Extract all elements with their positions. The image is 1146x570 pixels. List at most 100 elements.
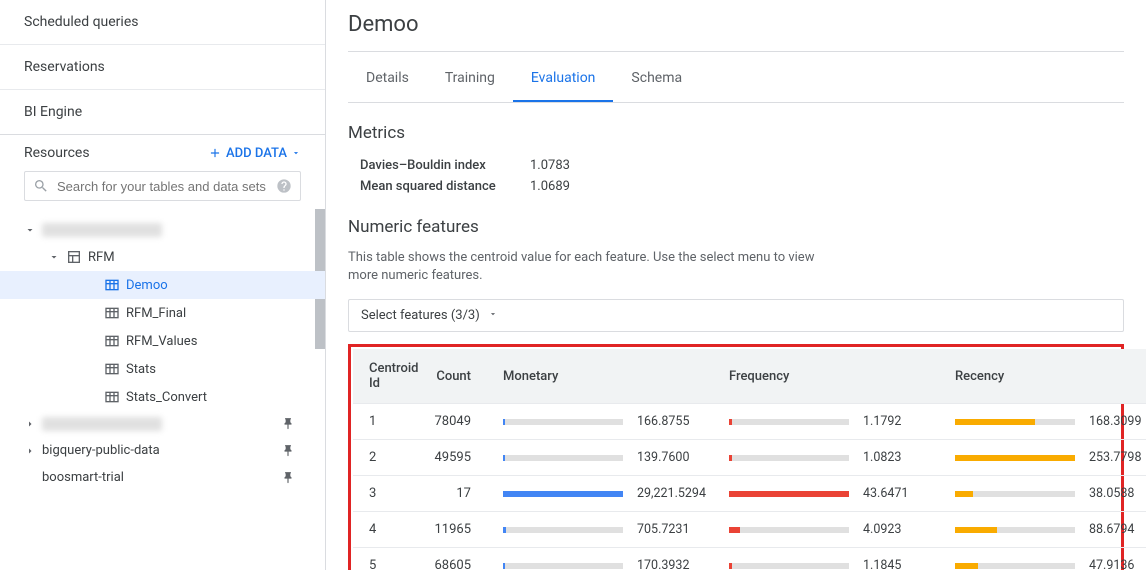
- metric-label: Mean squared distance: [360, 179, 530, 194]
- col-count[interactable]: Count: [426, 349, 495, 404]
- centroid-table: Centroid Id Count Monetary Frequency Rec…: [353, 349, 1146, 570]
- tree-label: Stats: [126, 362, 156, 377]
- cell-recency: 253.7798: [947, 440, 1146, 476]
- pin-icon[interactable]: [281, 444, 295, 458]
- feature-value: 705.7231: [637, 522, 713, 537]
- tree-table-rfm-final[interactable]: RFM_Final: [0, 299, 325, 327]
- cell-frequency: 4.0923: [721, 512, 947, 548]
- tree-label: bigquery-public-data: [42, 443, 160, 458]
- feature-value: 47.9136: [1089, 558, 1146, 570]
- metrics-heading: Metrics: [348, 123, 1124, 143]
- search-icon: [33, 178, 49, 194]
- pin-icon[interactable]: [281, 471, 295, 485]
- metric-row: Davies–Bouldin index 1.0783: [348, 155, 1124, 176]
- feature-bar: [955, 527, 1075, 533]
- pin-icon[interactable]: [281, 417, 295, 431]
- add-data-button[interactable]: ADD DATA: [208, 146, 301, 161]
- table-icon: [104, 333, 120, 349]
- table-row: 568605170.39321.184547.9136: [353, 548, 1146, 570]
- feature-bar: [729, 419, 849, 425]
- left-nav-menu: Scheduled queries Reservations BI Engine: [0, 0, 325, 135]
- cell-frequency: 1.1845: [721, 548, 947, 570]
- table-icon: [104, 277, 120, 293]
- select-features-dropdown[interactable]: Select features (3/3): [348, 299, 1124, 332]
- feature-value: 29,221.5294: [637, 486, 713, 501]
- feature-bar: [955, 491, 1075, 497]
- nav-reservations[interactable]: Reservations: [0, 45, 325, 90]
- table-row: 411965705.72314.092388.6794: [353, 512, 1146, 548]
- feature-value: 4.0923: [863, 522, 939, 537]
- feature-value: 1.1845: [863, 558, 939, 570]
- tab-training[interactable]: Training: [427, 56, 513, 102]
- col-monetary[interactable]: Monetary: [495, 349, 721, 404]
- cell-count: 49595: [426, 440, 495, 476]
- col-frequency[interactable]: Frequency: [721, 349, 947, 404]
- feature-value: 1.0823: [863, 450, 939, 465]
- cell-centroid-id: 1: [353, 404, 426, 440]
- highlight-annotation: Centroid Id Count Monetary Frequency Rec…: [348, 344, 1124, 570]
- feature-bar: [729, 491, 849, 497]
- tree-table-demoo[interactable]: Demoo: [0, 271, 325, 299]
- tree-project-bigquery-public[interactable]: bigquery-public-data: [0, 437, 325, 464]
- nav-bi-engine[interactable]: BI Engine: [0, 90, 325, 134]
- help-icon[interactable]: [276, 178, 292, 194]
- feature-bar: [729, 455, 849, 461]
- tree-table-stats[interactable]: Stats: [0, 355, 325, 383]
- tree-project-blurred[interactable]: [0, 217, 325, 243]
- page-title: Demoo: [348, 0, 1124, 52]
- col-recency[interactable]: Recency: [947, 349, 1146, 404]
- cell-centroid-id: 3: [353, 476, 426, 512]
- cell-count: 11965: [426, 512, 495, 548]
- tree-table-stats-convert[interactable]: Stats_Convert: [0, 383, 325, 411]
- cell-frequency: 1.1792: [721, 404, 947, 440]
- chevron-right-icon: [24, 418, 36, 430]
- table-icon: [104, 389, 120, 405]
- cell-recency: 88.6794: [947, 512, 1146, 548]
- chevron-down-icon: [24, 224, 36, 236]
- nav-scheduled-queries[interactable]: Scheduled queries: [0, 0, 325, 45]
- tab-evaluation[interactable]: Evaluation: [513, 56, 614, 102]
- tree-label: boosmart-trial: [42, 470, 124, 485]
- tree-table-rfm-values[interactable]: RFM_Values: [0, 327, 325, 355]
- cell-centroid-id: 2: [353, 440, 426, 476]
- cell-monetary: 139.7600: [495, 440, 721, 476]
- tab-details[interactable]: Details: [348, 56, 427, 102]
- chevron-down-icon: [48, 251, 60, 263]
- feature-bar: [729, 563, 849, 569]
- metric-row: Mean squared distance 1.0689: [348, 176, 1124, 197]
- search-input[interactable]: [57, 179, 292, 194]
- add-data-label: ADD DATA: [226, 146, 287, 161]
- sidebar: Scheduled queries Reservations BI Engine…: [0, 0, 326, 570]
- feature-bar: [503, 455, 623, 461]
- table-row: 178049166.87551.1792168.3099: [353, 404, 1146, 440]
- col-centroid-id[interactable]: Centroid Id: [353, 349, 426, 404]
- feature-bar: [503, 563, 623, 569]
- plus-icon: [208, 146, 222, 160]
- tree-project-boosmart[interactable]: boosmart-trial: [0, 464, 325, 491]
- tree-label: Stats_Convert: [126, 390, 207, 405]
- feature-value: 170.3932: [637, 558, 713, 570]
- table-row: 31729,221.529443.647138.0588: [353, 476, 1146, 512]
- tree-project-blurred-2[interactable]: [0, 411, 325, 437]
- tree-label: RFM: [88, 250, 115, 265]
- resources-label: Resources: [24, 145, 90, 161]
- tree-dataset-rfm[interactable]: RFM: [0, 243, 325, 271]
- cell-monetary: 166.8755: [495, 404, 721, 440]
- cell-recency: 168.3099: [947, 404, 1146, 440]
- search-input-wrap[interactable]: [24, 171, 301, 201]
- metric-label: Davies–Bouldin index: [360, 158, 530, 173]
- chevron-right-icon: [24, 445, 36, 457]
- feature-value: 166.8755: [637, 414, 713, 429]
- cell-frequency: 1.0823: [721, 440, 947, 476]
- blurred-text: [42, 223, 162, 237]
- feature-bar: [955, 419, 1075, 425]
- cell-monetary: 705.7231: [495, 512, 721, 548]
- tab-schema[interactable]: Schema: [613, 56, 700, 102]
- feature-value: 38.0588: [1089, 486, 1146, 501]
- feature-bar: [729, 527, 849, 533]
- table-row: 249595139.7600 1.0823 253.7798: [353, 440, 1146, 476]
- cell-count: 17: [426, 476, 495, 512]
- tree-label: RFM_Final: [126, 306, 186, 321]
- cell-monetary: 170.3932: [495, 548, 721, 570]
- dataset-icon: [66, 249, 82, 265]
